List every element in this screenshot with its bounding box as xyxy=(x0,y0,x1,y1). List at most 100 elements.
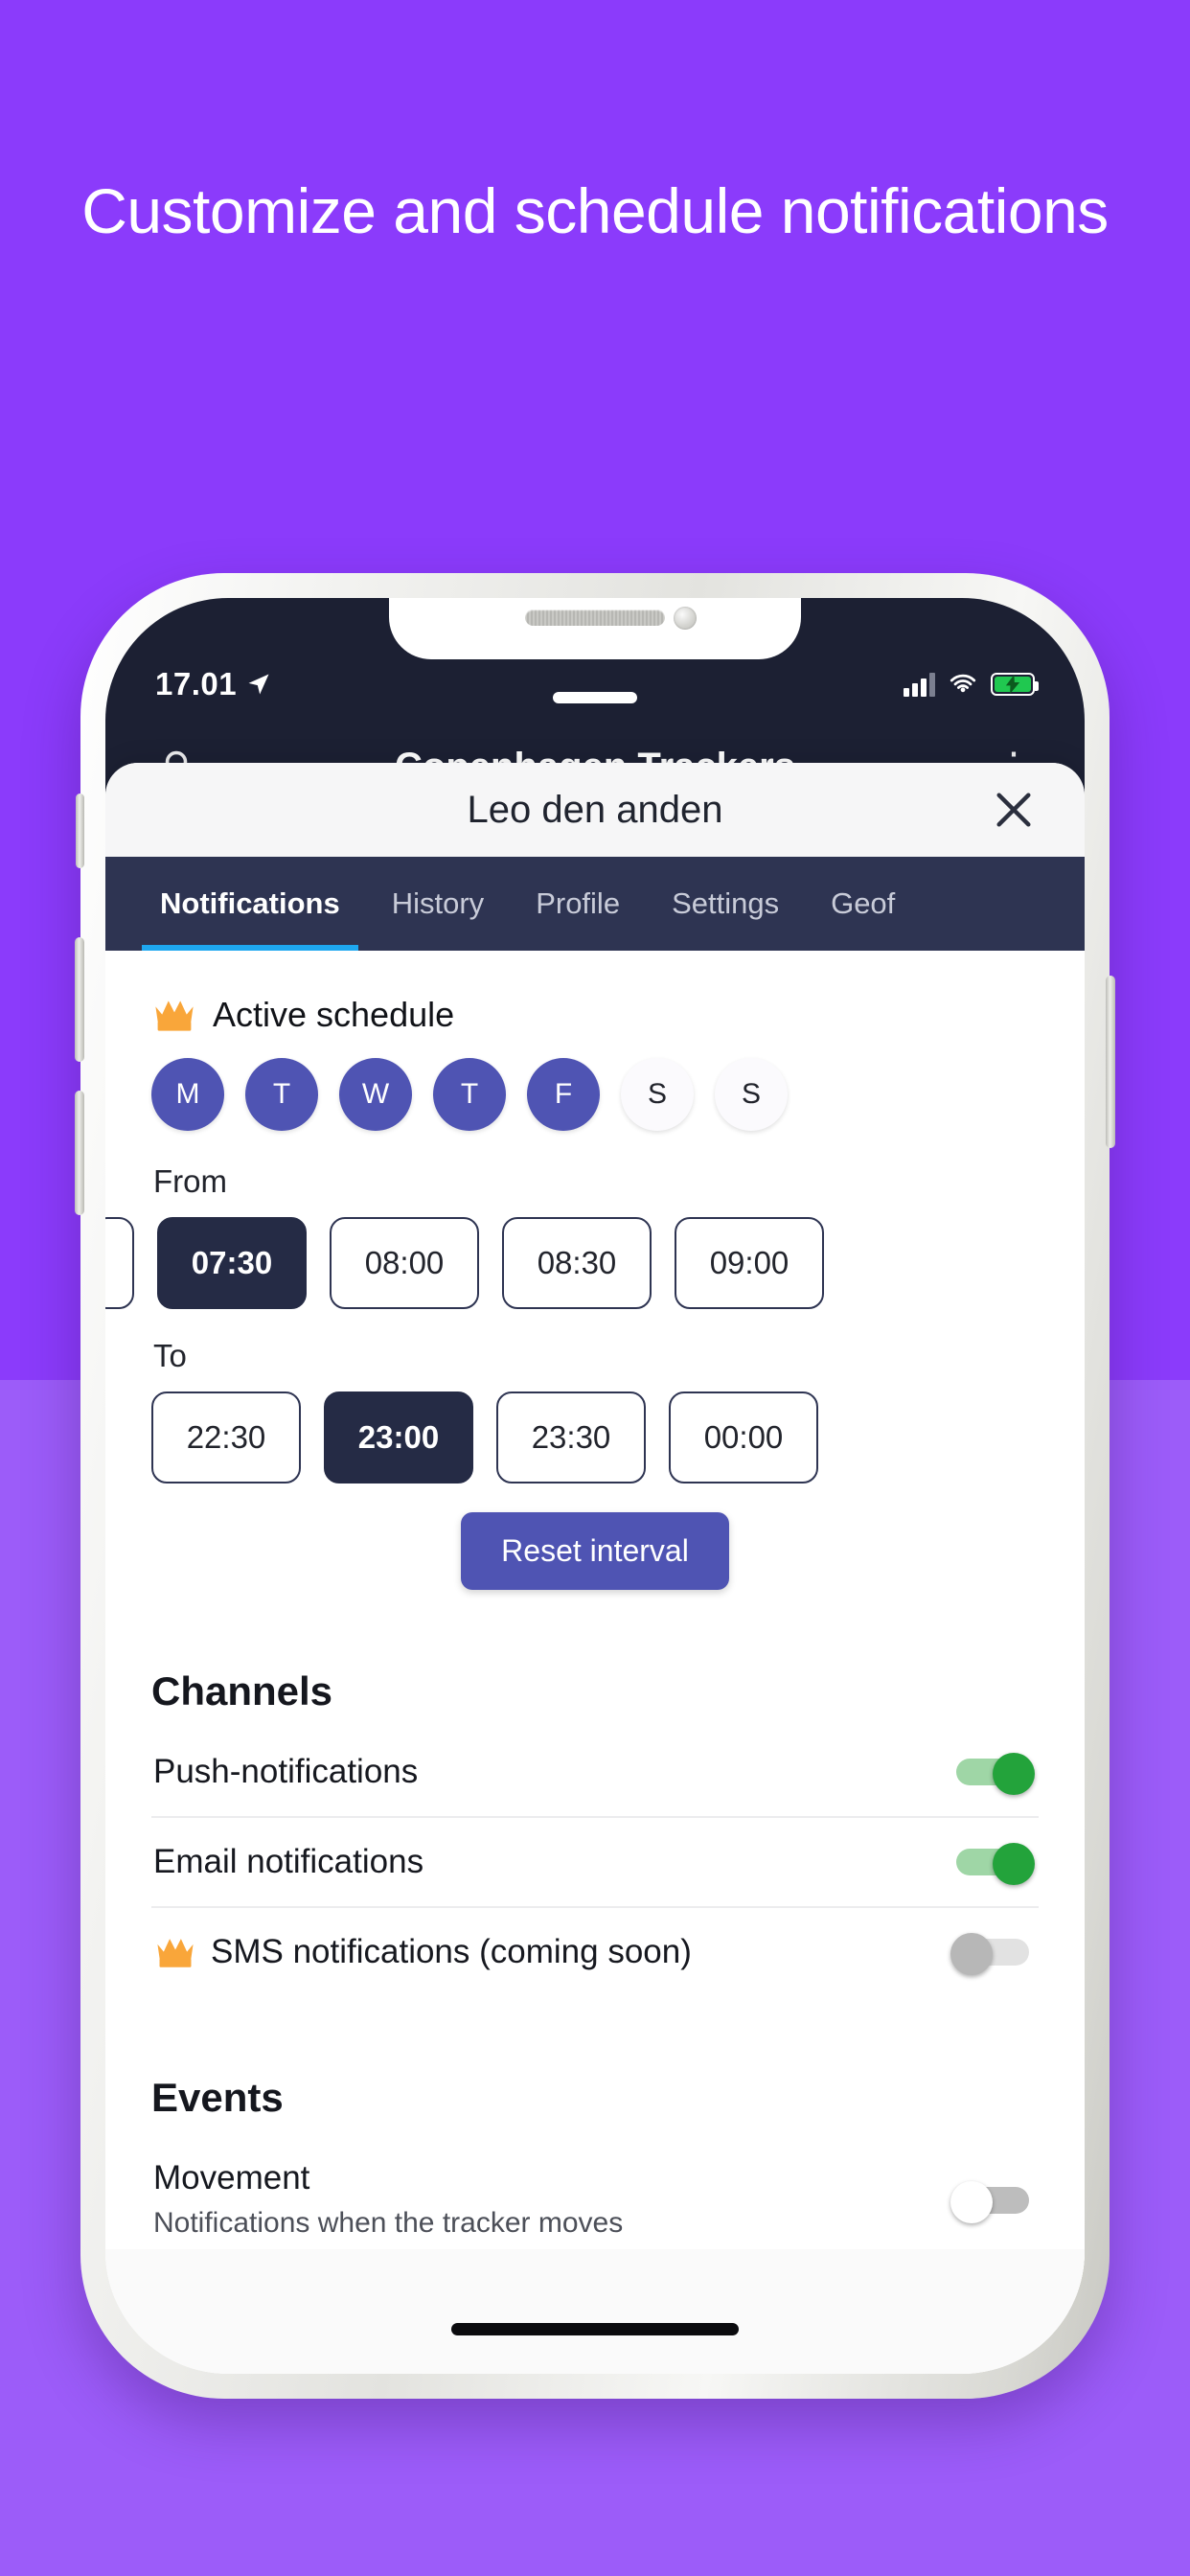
reset-interval-button[interactable]: Reset interval xyxy=(461,1512,729,1590)
cellular-signal-icon xyxy=(904,672,935,697)
phone-mute-switch[interactable] xyxy=(76,794,84,868)
phone-screen: 17.01 Leo den anden Notifications Histor… xyxy=(105,598,1085,2374)
from-time-chip[interactable] xyxy=(105,1217,134,1309)
from-time-chip[interactable]: 09:00 xyxy=(675,1217,824,1309)
sheet-grabber[interactable] xyxy=(553,692,637,703)
to-time-chip[interactable]: 23:30 xyxy=(496,1392,646,1484)
channel-row-push[interactable]: Push-notifications xyxy=(151,1728,1039,1818)
to-time-row[interactable]: 22:30 23:00 23:30 00:00 xyxy=(151,1392,1039,1484)
events-section-title: Events xyxy=(151,2075,284,2120)
row-text: Email notifications xyxy=(153,1843,935,1881)
event-label: Movement xyxy=(153,2159,310,2196)
chip-label: 08:00 xyxy=(364,1245,445,1280)
row-title-line: SMS notifications (coming soon) xyxy=(153,1933,935,1971)
day-label: F xyxy=(554,1078,573,1110)
status-bar-left: 17.01 xyxy=(155,666,272,702)
battery-charging-icon xyxy=(991,673,1039,696)
wifi-icon xyxy=(950,674,976,693)
day-label: S xyxy=(741,1078,761,1110)
active-schedule-header: Active schedule xyxy=(151,995,1039,1035)
event-description: Notifications when the tracker moves xyxy=(153,2207,624,2239)
day-toggle-monday[interactable]: M xyxy=(151,1058,224,1131)
chip-label: 22:30 xyxy=(186,1419,266,1455)
day-label: W xyxy=(361,1078,390,1110)
day-label: M xyxy=(175,1078,200,1110)
from-label: From xyxy=(153,1163,227,1199)
from-time-chip[interactable]: 08:00 xyxy=(330,1217,479,1309)
day-toggle-wednesday[interactable]: W xyxy=(339,1058,412,1131)
notifications-sheet: Leo den anden Notifications History Prof… xyxy=(105,763,1085,2296)
day-toggle-saturday[interactable]: S xyxy=(621,1058,694,1131)
to-time-chip-selected[interactable]: 23:00 xyxy=(324,1392,473,1484)
channel-label: Push-notifications xyxy=(153,1753,419,1790)
phone-volume-down-button[interactable] xyxy=(75,1091,84,1215)
promo-screenshot: Customize and schedule notifications 17.… xyxy=(0,0,1190,2576)
tab-notifications[interactable]: Notifications xyxy=(134,857,366,951)
location-arrow-icon xyxy=(248,674,269,695)
phone-mockup: 17.01 Leo den anden Notifications Histor… xyxy=(75,573,1115,2399)
sms-notifications-toggle[interactable] xyxy=(950,1933,1035,1975)
push-notifications-toggle[interactable] xyxy=(950,1753,1035,1795)
from-time-row[interactable]: 07:30 08:00 08:30 09:00 xyxy=(105,1217,1039,1309)
sheet-title: Leo den anden xyxy=(467,788,723,831)
tab-label: Notifications xyxy=(160,886,340,920)
status-time: 17.01 xyxy=(155,666,238,702)
email-notifications-toggle[interactable] xyxy=(950,1843,1035,1885)
to-time-chip[interactable]: 22:30 xyxy=(151,1392,301,1484)
day-label: T xyxy=(272,1078,291,1110)
notifications-content: Active schedule M T W T F S S From 07:30… xyxy=(105,951,1085,2296)
home-indicator[interactable] xyxy=(451,2323,739,2335)
phone-volume-up-button[interactable] xyxy=(75,937,84,1062)
to-time-chip[interactable]: 00:00 xyxy=(669,1392,818,1484)
sheet-header: Leo den anden xyxy=(105,763,1085,857)
tab-geofences[interactable]: Geof xyxy=(805,857,921,951)
channel-label: Email notifications xyxy=(153,1843,424,1880)
chip-label: 00:00 xyxy=(703,1419,784,1455)
tab-label: Settings xyxy=(672,886,780,920)
close-icon[interactable] xyxy=(987,783,1041,837)
chip-label: 23:00 xyxy=(357,1419,440,1455)
day-toggle-friday[interactable]: F xyxy=(527,1058,600,1131)
tab-label: Geof xyxy=(831,886,896,920)
tab-label: History xyxy=(391,886,485,920)
phone-power-button[interactable] xyxy=(1106,976,1115,1148)
crown-icon xyxy=(157,1939,194,1967)
to-label: To xyxy=(153,1338,187,1373)
tab-label: Profile xyxy=(536,886,621,920)
crown-icon xyxy=(155,1000,194,1031)
row-title-line: Push-notifications xyxy=(153,1753,935,1791)
row-text: Push-notifications xyxy=(153,1753,935,1791)
chip-label: 07:30 xyxy=(191,1245,273,1280)
chip-label: 08:30 xyxy=(537,1245,617,1280)
home-indicator-area xyxy=(105,2249,1085,2374)
weekday-selector: M T W T F S S xyxy=(151,1058,1039,1131)
day-toggle-tuesday[interactable]: T xyxy=(245,1058,318,1131)
status-bar-right xyxy=(904,672,1039,697)
reset-interval-row: Reset interval xyxy=(151,1512,1039,1590)
earpiece-speaker xyxy=(525,610,665,626)
day-label: T xyxy=(460,1078,479,1110)
row-title-line: Email notifications xyxy=(153,1843,935,1881)
channel-label: SMS notifications (coming soon) xyxy=(211,1933,692,1970)
from-time-chip[interactable]: 08:30 xyxy=(502,1217,652,1309)
day-toggle-sunday[interactable]: S xyxy=(715,1058,788,1131)
channel-row-email[interactable]: Email notifications xyxy=(151,1818,1039,1908)
channel-row-sms[interactable]: SMS notifications (coming soon) xyxy=(151,1908,1039,1996)
day-label: S xyxy=(647,1078,667,1110)
tab-settings[interactable]: Settings xyxy=(646,857,805,951)
chip-label: 09:00 xyxy=(709,1245,790,1280)
day-toggle-thursday[interactable]: T xyxy=(433,1058,506,1131)
chip-label: 23:30 xyxy=(531,1419,611,1455)
channels-section-title: Channels xyxy=(151,1668,333,1714)
from-time-chip-selected[interactable]: 07:30 xyxy=(157,1217,307,1309)
promo-headline: Customize and schedule notifications xyxy=(81,175,1109,246)
movement-toggle[interactable] xyxy=(950,2181,1035,2224)
tab-profile[interactable]: Profile xyxy=(510,857,646,951)
tab-history[interactable]: History xyxy=(366,857,510,951)
sheet-tabbar: Notifications History Profile Settings G… xyxy=(105,857,1085,951)
row-text: SMS notifications (coming soon) xyxy=(153,1933,935,1971)
row-text: Movement Notifications when the tracker … xyxy=(153,2159,935,2242)
phone-notch xyxy=(389,598,801,659)
front-camera xyxy=(674,607,697,630)
active-schedule-label: Active schedule xyxy=(213,995,455,1034)
